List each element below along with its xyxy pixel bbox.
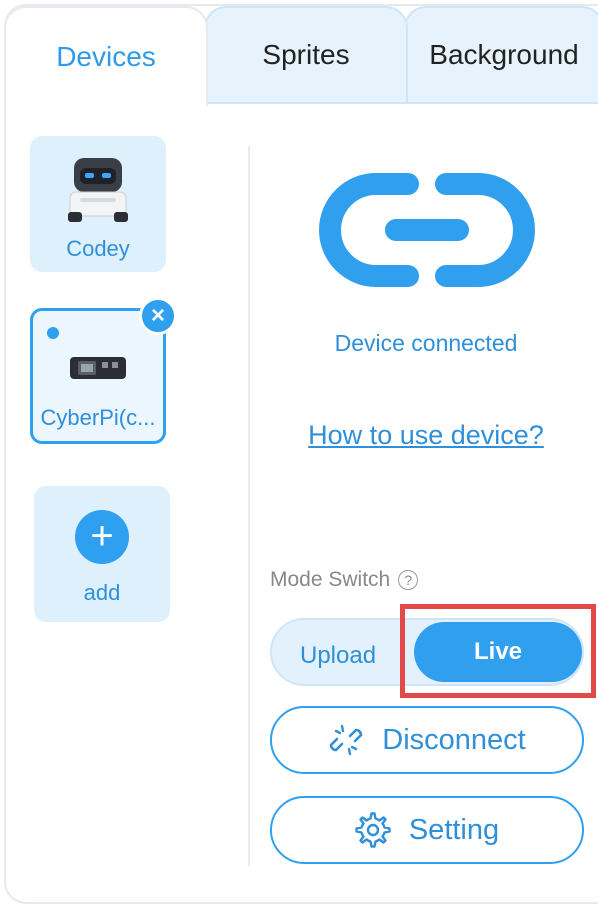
disconnect-button[interactable]: Disconnect xyxy=(270,706,584,774)
device-label-codey: Codey xyxy=(66,236,130,261)
tab-divider xyxy=(206,102,598,104)
unlink-icon xyxy=(329,724,363,756)
connection-status: Device connected xyxy=(334,330,518,356)
gear-icon xyxy=(355,812,391,848)
disconnect-label: Disconnect xyxy=(382,723,526,756)
mode-upload-option[interactable]: Upload xyxy=(300,642,376,670)
vertical-divider xyxy=(248,146,250,866)
add-device-card[interactable]: + add xyxy=(34,486,170,622)
link-icon xyxy=(319,173,535,287)
device-panel: Devices Sprites Background Codey CyberPi… xyxy=(4,4,598,904)
tab-background-label: Background xyxy=(429,39,579,70)
mode-switch-label: Mode Switch xyxy=(270,568,391,591)
question-icon[interactable]: ? xyxy=(398,570,419,590)
tab-bar: Devices Sprites Background xyxy=(6,6,598,106)
add-device-label: add xyxy=(83,580,121,605)
codey-robot-icon xyxy=(68,158,128,222)
device-label-cyberpi: CyberPi(c... xyxy=(40,405,156,430)
plus-icon: + xyxy=(75,510,129,564)
tab-devices[interactable]: Devices xyxy=(6,6,208,106)
device-card-cyberpi[interactable]: CyberPi(c... × xyxy=(30,297,177,444)
selected-dot xyxy=(47,327,59,339)
setting-label: Setting xyxy=(408,813,500,846)
highlight-box xyxy=(400,604,596,698)
mode-switch-label-row: Mode Switch ? xyxy=(270,568,419,592)
tab-devices-label: Devices xyxy=(56,41,156,72)
tab-sprites-label: Sprites xyxy=(262,39,350,70)
tab-background[interactable]: Background xyxy=(404,6,598,102)
setting-button[interactable]: Setting xyxy=(270,796,584,864)
how-to-use-link[interactable]: How to use device? xyxy=(268,420,584,451)
cyberpi-board-icon xyxy=(70,357,126,379)
tab-sprites[interactable]: Sprites xyxy=(204,6,408,102)
device-card-codey[interactable]: Codey xyxy=(30,136,166,272)
remove-device-close-icon[interactable]: × xyxy=(139,297,177,335)
